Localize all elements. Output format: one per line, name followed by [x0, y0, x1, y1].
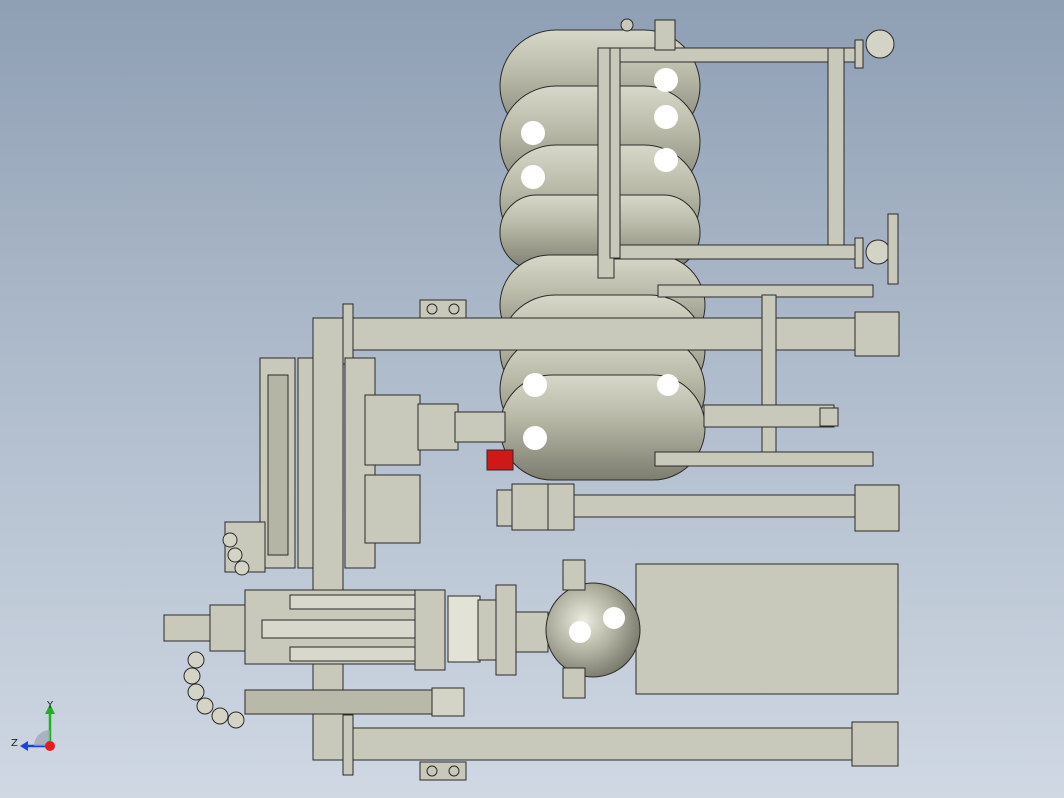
frame-post-right: [827, 47, 845, 249]
caster-plate: [887, 213, 899, 285]
motor-housing-lower: [364, 474, 421, 544]
motor-housing-upper: [364, 394, 421, 466]
beam-lower-endcap: [854, 484, 900, 532]
caster-wheel-top: [865, 29, 895, 59]
z-axis-label: Z: [11, 738, 18, 749]
alarm-marker: [486, 449, 514, 471]
carriage-assembly[interactable]: [224, 357, 514, 573]
caster-wheel-bottom: [865, 239, 891, 265]
cad-viewport[interactable]: Y Z: [0, 0, 1064, 798]
beam-bottom-endcap: [851, 721, 899, 767]
valve-spring: [547, 483, 575, 531]
sphere-tank: [545, 582, 641, 678]
chain-end-bracket: [431, 687, 465, 717]
motor-body: [209, 604, 246, 652]
chain-link: [183, 667, 201, 685]
spindle-assembly[interactable]: [163, 584, 549, 676]
bolt-icon: [426, 765, 438, 777]
sphere-valve-bottom: [562, 667, 586, 699]
beam-upper: [312, 317, 864, 351]
cylinder-highlight: [523, 426, 547, 450]
sphere-valve-top: [562, 559, 586, 591]
x-axis-dot: [45, 741, 55, 751]
cylinder-highlight: [654, 68, 678, 92]
column-flange-top: [342, 303, 354, 365]
frame-knob: [620, 18, 634, 32]
guide-rod-lower: [289, 646, 421, 662]
chain-link: [222, 532, 238, 548]
brace-vertical: [761, 294, 777, 456]
frame-post-inner: [609, 47, 621, 259]
cylinder-highlight: [657, 374, 679, 396]
chain-link: [234, 560, 250, 576]
bolt-icon: [448, 765, 460, 777]
beam-mid: [654, 451, 874, 467]
motor-end: [163, 614, 215, 642]
chain-track: [244, 689, 436, 715]
cylinder-highlight: [521, 121, 545, 145]
cylinder-highlight: [654, 105, 678, 129]
column-flange-bottom: [342, 714, 354, 776]
equipment-box: [635, 563, 899, 695]
y-axis-label: Y: [46, 700, 54, 711]
chain-link: [211, 707, 229, 725]
beam-lower-rail: [547, 494, 859, 518]
chain-link: [196, 697, 214, 715]
chain-link: [187, 683, 205, 701]
sphere-highlight: [603, 607, 625, 629]
valve-body: [511, 483, 551, 531]
carriage-guide: [297, 357, 314, 569]
spindle-flange: [414, 589, 446, 671]
frame-tab: [654, 19, 676, 51]
cylinder-highlight: [523, 373, 547, 397]
bolt-icon: [448, 303, 460, 315]
spindle-plate: [495, 584, 517, 676]
carriage-rail: [267, 374, 289, 556]
actuator-end: [819, 407, 839, 427]
coupler-upper: [417, 403, 459, 451]
sphere-tank-unit[interactable]: [545, 559, 899, 699]
frame-rail-top: [597, 47, 859, 63]
spindle-collar: [477, 599, 497, 661]
sphere-highlight: [569, 621, 591, 643]
caster-mount-bottom: [854, 237, 864, 269]
z-axis-arrowhead: [20, 741, 28, 751]
bolt-icon: [426, 303, 438, 315]
chain-link: [227, 547, 243, 563]
beam-upper-endcap: [854, 311, 900, 357]
axis-triad: Y Z: [11, 700, 55, 751]
chain-link: [227, 711, 245, 729]
guide-rod-center: [261, 619, 433, 639]
actuator-rod: [703, 404, 835, 428]
chain-link: [187, 651, 205, 669]
caster-mount-top: [854, 39, 864, 69]
frame-rail-bottom: [614, 244, 861, 260]
shaft-upper: [454, 411, 506, 443]
beam-bottom: [312, 727, 864, 761]
guide-rod-upper: [289, 594, 421, 610]
spindle-block: [447, 595, 481, 663]
spindle-nozzle: [515, 611, 549, 653]
assembly-drawing[interactable]: Y Z: [0, 0, 1064, 798]
cylinder-highlight: [521, 165, 545, 189]
cylinder-highlight: [654, 148, 678, 172]
